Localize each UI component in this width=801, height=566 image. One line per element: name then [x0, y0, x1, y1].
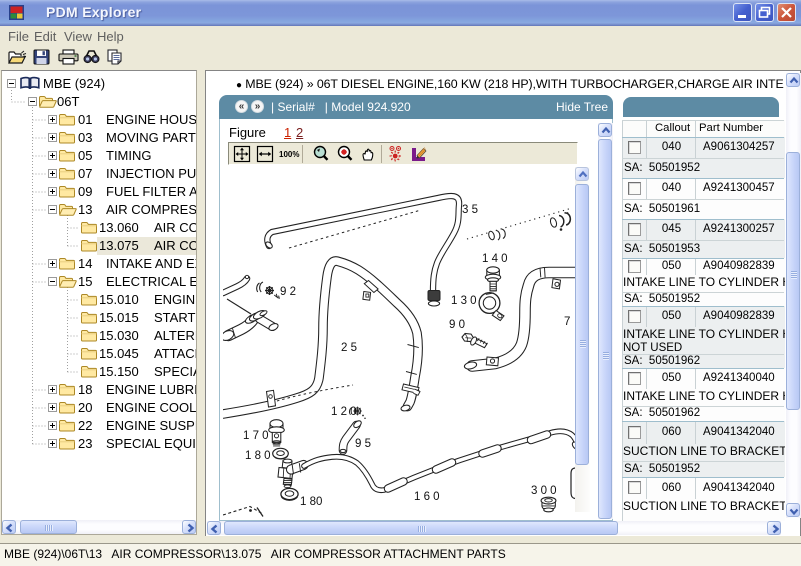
svg-text:9 0: 9 0: [449, 319, 465, 331]
svg-text:9 2: 9 2: [280, 286, 296, 298]
svg-text:2 5: 2 5: [341, 342, 357, 354]
svg-text:7: 7: [564, 316, 570, 328]
svg-text:3 5: 3 5: [462, 204, 478, 216]
svg-text:1 2 0: 1 2 0: [331, 406, 357, 418]
svg-text:1 6 0: 1 6 0: [414, 491, 440, 503]
svg-text:1 3 0: 1 3 0: [451, 295, 477, 307]
svg-text:1 8 0: 1 8 0: [245, 450, 271, 462]
svg-text:3 0 0: 3 0 0: [531, 485, 557, 497]
svg-text:9 5: 9 5: [355, 438, 371, 450]
svg-text:1 80: 1 80: [300, 496, 322, 508]
svg-text:1 4 0: 1 4 0: [482, 253, 508, 265]
svg-text:1 7 0: 1 7 0: [243, 430, 269, 442]
